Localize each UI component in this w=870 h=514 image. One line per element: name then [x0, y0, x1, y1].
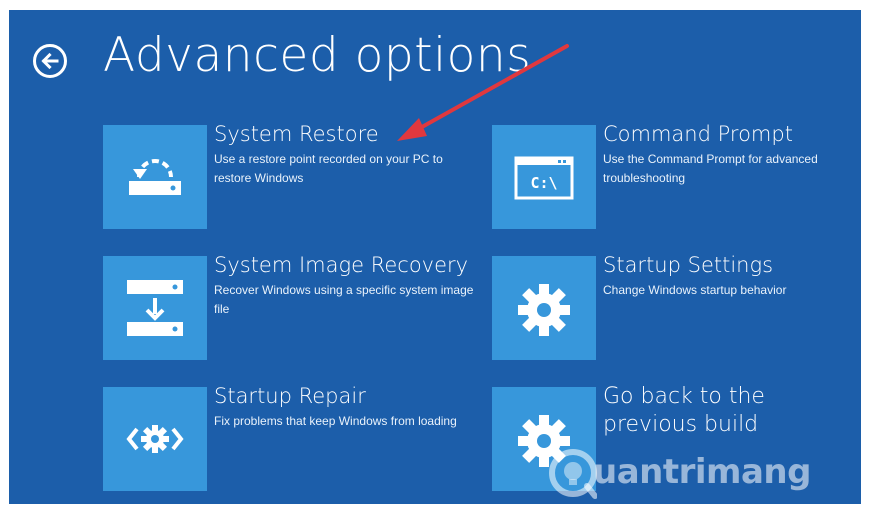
system-image-recovery-icon — [127, 280, 183, 336]
command-prompt-icon-text: C:\ — [530, 174, 557, 192]
option-description: Fix problems that keep Windows from load… — [214, 414, 457, 428]
option-title: Command Prompt — [603, 122, 793, 146]
option-startup-settings[interactable]: Startup Settings Change Windows startup … — [492, 253, 861, 360]
advanced-options-screen: Advanced options System Restore Use a re… — [9, 10, 861, 504]
startup-settings-tile — [492, 256, 596, 360]
system-restore-tile — [103, 125, 207, 229]
option-description: Use a restore point recorded on your PC … — [214, 152, 443, 185]
watermark-text: uantrimang — [593, 452, 811, 492]
back-arrow-icon — [41, 52, 59, 70]
system-image-recovery-tile — [103, 256, 207, 360]
system-restore-icon — [129, 159, 181, 195]
option-title: System Image Recovery — [214, 253, 469, 277]
option-title: Go back to the previous build — [603, 384, 765, 437]
startup-repair-tile — [103, 387, 207, 491]
watermark: uantrimang — [547, 446, 847, 500]
gear-icon — [518, 284, 570, 336]
annotation-arrow-icon — [397, 44, 569, 141]
option-title: Startup Repair — [214, 384, 366, 408]
option-description: Recover Windows using a specific system … — [214, 283, 474, 316]
option-system-image-recovery[interactable]: System Image Recovery Recover Windows us… — [103, 253, 474, 360]
lightbulb-logo-icon — [549, 449, 597, 499]
back-button[interactable] — [33, 44, 67, 78]
option-title: Startup Settings — [603, 253, 774, 277]
option-startup-repair[interactable]: Startup Repair Fix problems that keep Wi… — [103, 384, 473, 491]
startup-repair-icon — [126, 425, 184, 453]
option-description: Use the Command Prompt for advanced trou… — [603, 152, 818, 185]
option-description: Change Windows startup behavior — [603, 283, 787, 297]
